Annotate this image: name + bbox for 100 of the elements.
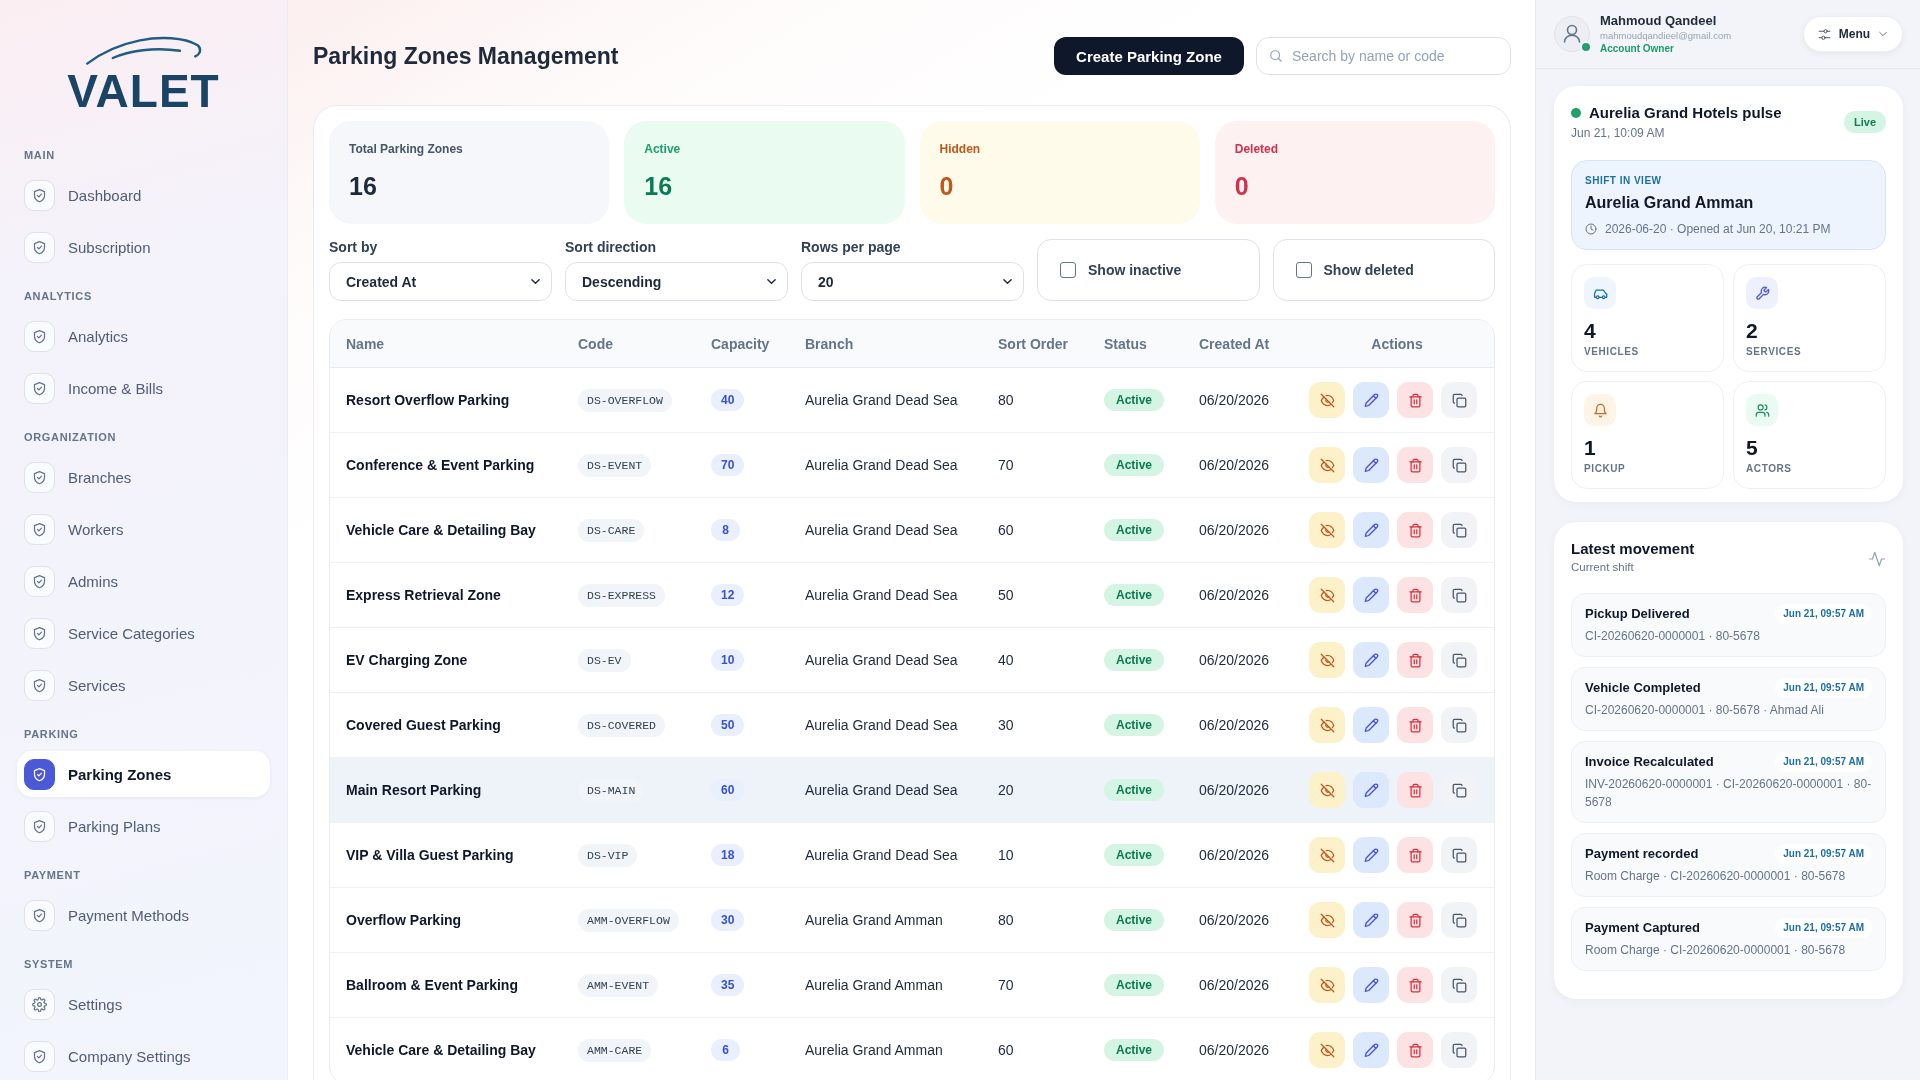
pencil-icon [1363,457,1379,473]
checkbox[interactable] [1060,262,1076,278]
shield-check-icon [24,513,55,545]
movement-item[interactable]: Invoice Recalculated Jun 21, 09:57 AM INV-20260620-0000001 · CI-20260620-0000001 · 80-5678 [1571,741,1886,823]
dropdown[interactable]: 20 [801,262,1024,301]
created-date: 06/20/2026 [1199,652,1270,668]
edit-button[interactable] [1353,642,1389,678]
copy-button[interactable] [1441,447,1477,483]
sidebar-item[interactable]: Income & Bills [17,365,270,411]
eye-off-icon [1319,457,1335,473]
sidebar-item[interactable]: Parking Plans [17,803,270,849]
shield-check-icon [24,899,55,931]
delete-button[interactable] [1397,512,1433,548]
capacity-tag: 6 [711,1039,740,1061]
hide-button[interactable] [1309,967,1345,1003]
edit-button[interactable] [1353,967,1389,1003]
hide-button[interactable] [1309,512,1345,548]
eye-off-icon [1319,652,1335,668]
copy-button[interactable] [1441,382,1477,418]
checkbox[interactable] [1295,262,1312,278]
copy-button[interactable] [1441,1032,1477,1068]
sidebar-item[interactable]: Services [17,662,270,708]
hide-button[interactable] [1309,707,1345,743]
movement-item[interactable]: Vehicle Completed Jun 21, 09:57 AM CI-20260620-0000001 · 80-5678 · Ahmad Ali [1571,667,1886,731]
sidebar-item[interactable]: Service Categories [17,610,270,656]
movement-title: Pickup Delivered [1585,605,1690,623]
movement-item[interactable]: Payment recorded Jun 21, 09:57 AM Room Charge · CI-20260620-0000001 · 80-5678 [1571,833,1886,897]
branch-name: Aurelia Grand Amman [805,1042,943,1058]
copy-button[interactable] [1441,837,1477,873]
sidebar-item[interactable]: Branches [17,454,270,500]
edit-button[interactable] [1353,512,1389,548]
delete-button[interactable] [1397,1032,1433,1068]
sort-order: 70 [998,977,1014,993]
shift-name: Aurelia Grand Amman [1585,193,1755,213]
edit-button[interactable] [1353,707,1389,743]
delete-button[interactable] [1397,642,1433,678]
sidebar-item[interactable]: Admins [17,558,270,604]
pencil-icon [1363,912,1379,928]
sort-order: 20 [998,782,1014,798]
pencil-icon [1363,1042,1379,1058]
delete-button[interactable] [1397,382,1433,418]
capacity-tag: 35 [711,974,745,996]
hide-button[interactable] [1309,772,1345,808]
status-badge: Active [1104,389,1165,411]
movement-item[interactable]: Pickup Delivered Jun 21, 09:57 AM CI-20260620-0000001 · 80-5678 [1571,593,1886,657]
shield-check-icon [24,669,55,701]
copy-button[interactable] [1441,967,1477,1003]
create-zone-button[interactable]: Create Parking Zone [1054,37,1244,75]
hide-button[interactable] [1309,1032,1345,1068]
edit-button[interactable] [1353,447,1389,483]
sidebar-item[interactable]: Subscription [17,224,270,270]
edit-button[interactable] [1353,837,1389,873]
code-tag: DS-VIP [578,843,638,867]
metric-label: ACTORS [1746,463,1793,475]
delete-button[interactable] [1397,772,1433,808]
checkbox-option[interactable]: Show deleted [1272,239,1495,301]
hide-button[interactable] [1309,837,1345,873]
hide-button[interactable] [1309,577,1345,613]
dropdown[interactable]: Created At [329,262,552,301]
hide-button[interactable] [1309,902,1345,938]
hide-button[interactable] [1309,642,1345,678]
shield-check-icon [24,461,55,493]
hide-button[interactable] [1309,447,1345,483]
edit-button[interactable] [1353,772,1389,808]
edit-button[interactable] [1353,577,1389,613]
code-tag: DS-EV [578,648,631,672]
sidebar-item[interactable]: Company Settings [17,1033,270,1079]
stat-label: Hidden [939,141,982,157]
hide-button[interactable] [1309,382,1345,418]
delete-button[interactable] [1397,707,1433,743]
code-tag: DS-EXPRESS [578,583,665,607]
edit-button[interactable] [1353,382,1389,418]
delete-button[interactable] [1397,902,1433,938]
search-field[interactable]: Search by name or code [1256,37,1511,75]
shield-check-icon [24,179,55,211]
copy-button[interactable] [1441,707,1477,743]
copy-button[interactable] [1441,577,1477,613]
delete-button[interactable] [1397,837,1433,873]
edit-button[interactable] [1353,902,1389,938]
copy-button[interactable] [1441,642,1477,678]
time-badge: Jun 21, 09:57 AM [1775,752,1872,772]
dropdown[interactable]: Descending [565,262,788,301]
copy-icon [1451,392,1467,408]
copy-button[interactable] [1441,902,1477,938]
delete-button[interactable] [1397,577,1433,613]
sidebar-item[interactable]: Parking Zones [17,751,270,797]
sidebar-item[interactable]: Payment Methods [17,892,270,938]
checkbox-option[interactable]: Show inactive [1037,239,1260,301]
sidebar-item[interactable]: Analytics [17,313,270,359]
sidebar-item[interactable]: Workers [17,506,270,552]
status-badge: Active [1104,909,1165,931]
sidebar-item[interactable]: Dashboard [17,172,270,218]
movement-item[interactable]: Payment Captured Jun 21, 09:57 AM Room Charge · CI-20260620-0000001 · 80-5678 [1571,907,1886,971]
sidebar-item[interactable]: Settings [17,981,270,1027]
copy-button[interactable] [1441,512,1477,548]
delete-button[interactable] [1397,447,1433,483]
edit-button[interactable] [1353,1032,1389,1068]
delete-button[interactable] [1397,967,1433,1003]
table-row[interactable]: Main Resort Parking DS-MAIN 60 Aurelia Grand Dead Sea 20 Active 06/20/2026 [330,758,1494,823]
menu-button[interactable]: Menu [1803,16,1903,52]
